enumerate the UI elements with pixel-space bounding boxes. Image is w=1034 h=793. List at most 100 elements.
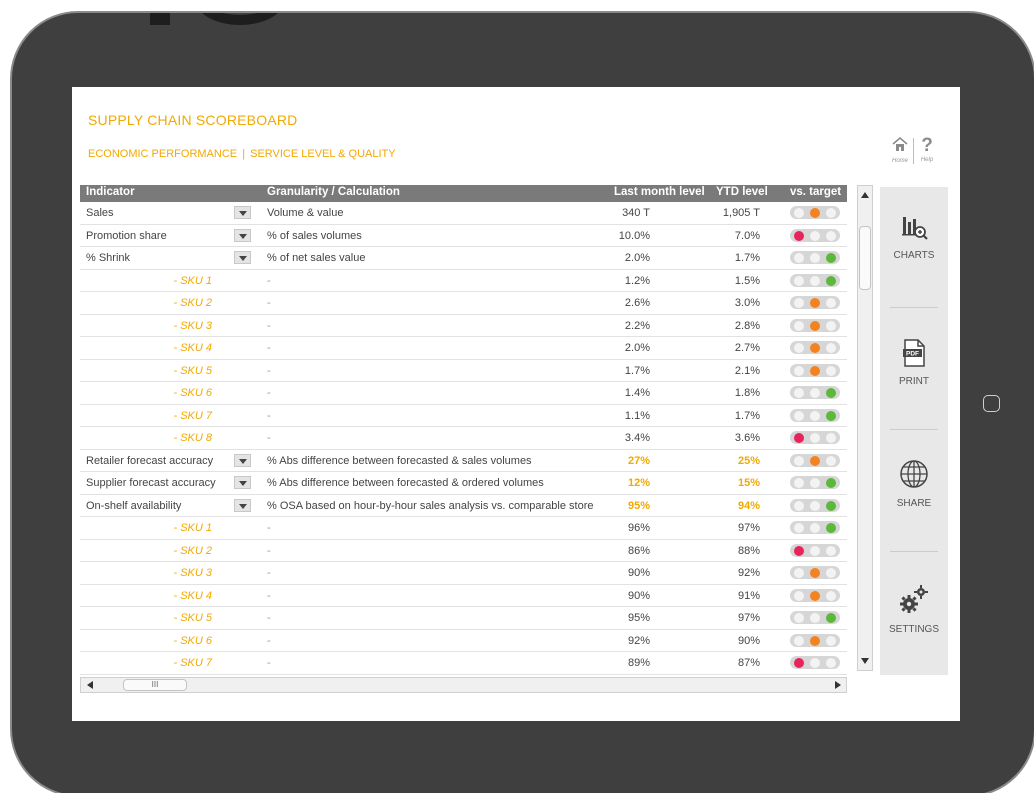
- horizontal-scroll-thumb[interactable]: III: [123, 679, 187, 691]
- table-body: Sales Volume & value 340 T 1,905 T Promotion…: [80, 202, 847, 675]
- tab-service-level-quality[interactable]: SERVICE LEVEL & QUALITY: [250, 148, 396, 160]
- ytd-value: 1.7%: [734, 252, 760, 264]
- col-indicator: Indicator: [86, 186, 135, 198]
- last-month-value: 92%: [627, 634, 650, 647]
- ytd-value: 2.1%: [734, 364, 760, 377]
- help-button[interactable]: ? Help: [916, 136, 938, 164]
- share-button[interactable]: SHARE: [880, 459, 948, 509]
- print-label: PRINT: [899, 376, 929, 387]
- table-row[interactable]: - SKU 7 - 1.1% 1.7%: [80, 405, 847, 427]
- panel-divider: [890, 429, 938, 430]
- granularity-text: -: [267, 432, 271, 444]
- granularity-text: -: [267, 364, 271, 377]
- traffic-light-indicator: [790, 498, 840, 512]
- row-dropdown-button[interactable]: [234, 476, 251, 489]
- vertical-scrollbar[interactable]: [857, 185, 873, 671]
- table-row[interactable]: - SKU 5 - 95% 97%: [80, 607, 847, 630]
- traffic-light-dot: [826, 658, 836, 668]
- traffic-light-indicator: [790, 656, 840, 669]
- ytd-value: 1,905 T: [722, 207, 760, 219]
- table-row[interactable]: - SKU 1 - 1.2% 1.5%: [80, 270, 847, 292]
- traffic-light-indicator: [790, 543, 840, 557]
- horizontal-scrollbar[interactable]: III: [80, 677, 847, 693]
- last-month-value: 95%: [627, 612, 650, 624]
- row-dropdown-button[interactable]: [234, 453, 251, 467]
- sku-label: - SKU 7: [173, 657, 212, 669]
- sku-label: - SKU 6: [173, 387, 212, 399]
- scroll-down-icon[interactable]: [858, 654, 872, 668]
- sku-label: - SKU 1: [173, 522, 212, 534]
- scroll-right-icon[interactable]: [830, 678, 844, 692]
- scroll-left-icon[interactable]: [83, 678, 97, 692]
- charts-label: CHARTS: [893, 250, 935, 261]
- traffic-light-dot: [826, 455, 836, 466]
- last-month-value: 89%: [627, 657, 650, 669]
- charts-button[interactable]: CHARTS: [880, 213, 948, 261]
- row-dropdown-button[interactable]: [234, 251, 251, 264]
- table-row[interactable]: - SKU 4 - 2.0% 2.7%: [80, 337, 847, 360]
- last-month-value: 2.2%: [624, 319, 650, 332]
- right-action-panel: CHARTS PDF PRINT SHARE SETTINGS: [880, 187, 948, 675]
- app-screen: SUPPLY CHAIN SCOREBOARD ECONOMIC PERFORM…: [72, 87, 960, 721]
- sku-label: - SKU 4: [173, 589, 212, 602]
- table-row[interactable]: - SKU 4 - 90% 91%: [80, 585, 847, 607]
- table-row[interactable]: Promotion share % of sales volumes 10.0% 7.…: [80, 225, 847, 247]
- indicator-label: Sales: [86, 207, 114, 219]
- ytd-value: 90%: [737, 634, 760, 647]
- traffic-light-indicator: [790, 408, 840, 422]
- table-row[interactable]: - SKU 7 - 89% 87%: [80, 652, 847, 675]
- traffic-light-indicator: [790, 386, 840, 399]
- settings-button[interactable]: SETTINGS: [880, 583, 948, 635]
- granularity-text: % of sales volumes: [267, 229, 362, 242]
- traffic-light-dot: [794, 590, 804, 601]
- row-dropdown-button[interactable]: [234, 498, 251, 512]
- print-button[interactable]: PDF PRINT: [880, 339, 948, 387]
- traffic-light-dot: [826, 635, 836, 646]
- device-home-button[interactable]: [983, 395, 1000, 412]
- granularity-text: -: [267, 589, 271, 602]
- vertical-scroll-thumb[interactable]: [859, 226, 871, 290]
- row-dropdown-button[interactable]: [234, 206, 251, 219]
- scroll-up-icon[interactable]: [858, 188, 872, 202]
- row-dropdown-button[interactable]: [234, 228, 251, 242]
- table-row[interactable]: - SKU 1 - 96% 97%: [80, 517, 847, 540]
- table-header: Indicator Granularity / Calculation Last…: [80, 185, 847, 202]
- traffic-light-dot: [794, 343, 804, 353]
- traffic-light-dot: [794, 388, 804, 398]
- traffic-light-dot: [794, 635, 804, 646]
- traffic-light-dot: [794, 545, 804, 556]
- traffic-light-dot: [810, 500, 820, 511]
- tab-economic-performance[interactable]: ECONOMIC PERFORMANCE: [88, 148, 237, 160]
- granularity-text: -: [267, 319, 271, 332]
- gears-icon: [900, 585, 928, 613]
- table-row[interactable]: Sales Volume & value 340 T 1,905 T: [80, 202, 847, 225]
- table-row[interactable]: % Shrink % of net sales value 2.0% 1.7%: [80, 247, 847, 270]
- table-row[interactable]: - SKU 8 - 3.4% 3.6%: [80, 427, 847, 450]
- table-row[interactable]: - SKU 2 - 2.6% 3.0%: [80, 292, 847, 315]
- sku-label: - SKU 3: [173, 319, 212, 332]
- last-month-value: 2.0%: [624, 342, 650, 354]
- home-button[interactable]: Home: [889, 136, 911, 164]
- sku-label: - SKU 5: [173, 364, 212, 377]
- table-row[interactable]: - SKU 5 - 1.7% 2.1%: [80, 360, 847, 382]
- table-row[interactable]: Retailer forecast accuracy % Abs differen…: [80, 450, 847, 472]
- table-row[interactable]: On-shelf availability % OSA based on hour…: [80, 495, 847, 517]
- table-row[interactable]: Supplier forecast accuracy % Abs differen…: [80, 472, 847, 495]
- traffic-light-dot: [826, 320, 836, 331]
- table-row[interactable]: - SKU 3 - 2.2% 2.8%: [80, 315, 847, 337]
- sku-label: - SKU 6: [173, 634, 212, 647]
- traffic-light-dot: [826, 433, 836, 443]
- table-row[interactable]: - SKU 3 - 90% 92%: [80, 562, 847, 585]
- traffic-light-dot: [810, 545, 820, 556]
- traffic-light-dot: [810, 523, 820, 533]
- table-row[interactable]: - SKU 2 - 86% 88%: [80, 540, 847, 562]
- ytd-value: 88%: [737, 544, 760, 557]
- traffic-light-dot: [794, 455, 804, 466]
- last-month-value: 1.1%: [624, 409, 650, 422]
- table-row[interactable]: - SKU 6 - 1.4% 1.8%: [80, 382, 847, 405]
- last-month-value: 1.4%: [624, 387, 650, 399]
- granularity-text: -: [267, 657, 271, 669]
- traffic-light-dot: [794, 230, 804, 241]
- last-month-value: 2.0%: [624, 252, 650, 264]
- table-row[interactable]: - SKU 6 - 92% 90%: [80, 630, 847, 652]
